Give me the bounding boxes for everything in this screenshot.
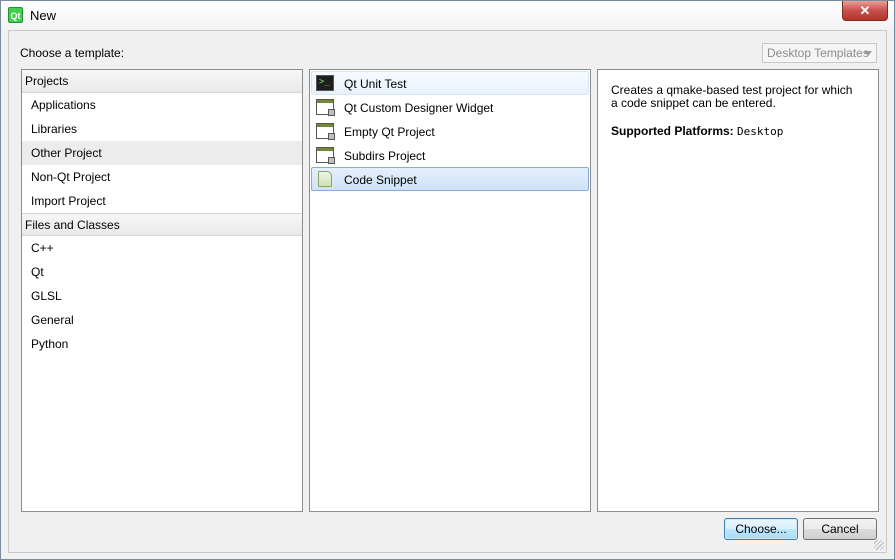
title-bar[interactable]: Qt New ✕ bbox=[1, 1, 894, 30]
template-label: Code Snippet bbox=[344, 173, 417, 187]
platform-filter-value: Desktop Templates bbox=[767, 46, 869, 60]
category-item-other-project[interactable]: Other Project bbox=[22, 141, 302, 165]
template-item-empty-qt-project[interactable]: Empty Qt Project bbox=[311, 119, 589, 143]
window-icon bbox=[316, 99, 335, 116]
supported-platforms-value: Desktop bbox=[737, 125, 784, 138]
category-item-import-project[interactable]: Import Project bbox=[22, 189, 302, 213]
template-label: Qt Unit Test bbox=[344, 77, 407, 91]
window-icon bbox=[316, 123, 335, 140]
resize-grip[interactable] bbox=[874, 540, 884, 550]
category-group-header: Files and Classes bbox=[22, 213, 302, 236]
category-item-libraries[interactable]: Libraries bbox=[22, 117, 302, 141]
category-group-header: Projects bbox=[22, 70, 302, 93]
template-list-panel[interactable]: >_ Qt Unit Test Qt Custom Designer Widge… bbox=[309, 69, 591, 512]
document-icon bbox=[318, 171, 332, 187]
template-item-code-snippet[interactable]: Code Snippet bbox=[311, 167, 589, 191]
supported-platforms-label: Supported Platforms: bbox=[611, 124, 734, 138]
dialog-client-area: Choose a template: Desktop Templates Pro… bbox=[8, 30, 887, 553]
template-label: Empty Qt Project bbox=[344, 125, 435, 139]
category-item-applications[interactable]: Applications bbox=[22, 93, 302, 117]
category-item-glsl[interactable]: GLSL bbox=[22, 284, 302, 308]
category-item-cpp[interactable]: C++ bbox=[22, 236, 302, 260]
template-item-subdirs-project[interactable]: Subdirs Project bbox=[311, 143, 589, 167]
choose-template-label: Choose a template: bbox=[20, 46, 125, 60]
category-panel[interactable]: Projects Applications Libraries Other Pr… bbox=[21, 69, 303, 512]
supported-platforms: Supported Platforms: Desktop bbox=[611, 124, 783, 138]
window-icon bbox=[316, 147, 335, 164]
template-description: Creates a qmake-based test project for w… bbox=[611, 83, 853, 110]
template-item-qt-unit-test[interactable]: >_ Qt Unit Test bbox=[311, 71, 589, 95]
terminal-icon: >_ bbox=[316, 75, 334, 91]
template-description-panel: Creates a qmake-based test project for w… bbox=[597, 69, 879, 512]
category-item-general[interactable]: General bbox=[22, 308, 302, 332]
qt-app-icon: Qt bbox=[8, 7, 23, 23]
category-item-non-qt-project[interactable]: Non-Qt Project bbox=[22, 165, 302, 189]
choose-button[interactable]: Choose... bbox=[724, 518, 798, 540]
window-title: New bbox=[30, 8, 57, 23]
category-item-python[interactable]: Python bbox=[22, 332, 302, 356]
chevron-down-icon bbox=[864, 51, 872, 56]
template-label: Qt Custom Designer Widget bbox=[344, 101, 494, 115]
template-label: Subdirs Project bbox=[344, 149, 426, 163]
new-dialog-window: Qt New ✕ Choose a template: Desktop Temp… bbox=[0, 0, 895, 560]
close-button[interactable]: ✕ bbox=[842, 1, 888, 21]
cancel-button[interactable]: Cancel bbox=[803, 518, 877, 540]
template-item-qt-custom-designer-widget[interactable]: Qt Custom Designer Widget bbox=[311, 95, 589, 119]
category-item-qt[interactable]: Qt bbox=[22, 260, 302, 284]
platform-filter-combo[interactable]: Desktop Templates bbox=[762, 43, 877, 63]
